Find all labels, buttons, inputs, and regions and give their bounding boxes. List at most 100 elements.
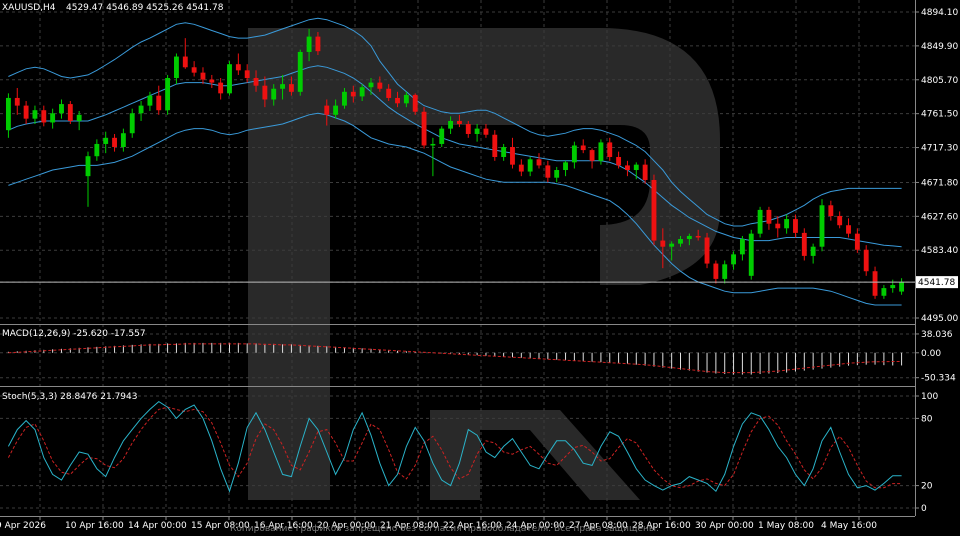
macd-tick-label: -50.334	[921, 374, 956, 384]
candle-body	[395, 97, 400, 104]
candle-body	[598, 142, 604, 161]
candle	[5, 93, 11, 138]
candle-body	[59, 104, 64, 114]
candle-body	[607, 142, 613, 157]
candle	[837, 211, 843, 229]
candle-body	[793, 219, 798, 233]
price-tick-label: 4849.90	[921, 42, 958, 52]
candle-body	[554, 170, 560, 178]
candle	[527, 156, 533, 177]
candle-body	[14, 97, 20, 106]
candle-body	[704, 237, 710, 264]
stoch-tick-label: 80	[921, 414, 933, 424]
time-tick-label: 4 May 16:00	[821, 521, 877, 531]
candle	[828, 200, 834, 221]
price-tick-label: 4583.40	[921, 246, 958, 256]
candle-body	[129, 113, 135, 134]
price-tick-label: 4761.50	[921, 110, 958, 120]
candle-body	[527, 159, 533, 172]
candle-body	[801, 232, 807, 256]
candle-body	[448, 120, 454, 129]
candle	[704, 232, 710, 269]
candle	[890, 279, 896, 293]
candle-body	[23, 105, 29, 119]
candle-body	[412, 94, 418, 112]
candle	[563, 160, 568, 177]
candle	[103, 131, 109, 154]
stoch-tick-label: 100	[921, 392, 938, 402]
candle	[854, 228, 860, 253]
candle	[748, 229, 754, 280]
candle-body	[315, 36, 321, 52]
candle	[713, 260, 719, 284]
macd-signal-line	[8, 343, 902, 374]
candle-body	[244, 70, 250, 79]
candle-body	[563, 162, 568, 171]
candle-body	[456, 120, 462, 125]
time-tick-label: 30 Apr 00:00	[695, 521, 754, 531]
candle	[421, 107, 427, 149]
candle	[731, 251, 736, 270]
candle	[651, 174, 657, 246]
price-tick-label: 4805.70	[921, 76, 958, 86]
candle	[492, 130, 498, 161]
candle-body	[846, 225, 851, 234]
candle	[739, 235, 745, 261]
trading-chart[interactable]: 4894.10 4849.90 4805.70 4761.50 4717.30 4671.…	[0, 0, 960, 536]
candle	[59, 99, 64, 119]
candle	[14, 87, 20, 115]
candle-body	[625, 165, 630, 171]
candle-body	[103, 137, 109, 144]
candle-body	[262, 85, 268, 100]
candle-body	[837, 216, 843, 226]
candle	[545, 160, 551, 183]
candle-body	[492, 134, 498, 157]
candle	[474, 124, 480, 142]
candle-body	[686, 235, 692, 240]
candle-body	[580, 145, 586, 151]
candle-body	[501, 147, 507, 157]
candle-body	[722, 264, 728, 279]
candle	[41, 105, 47, 127]
candle-body	[881, 288, 887, 296]
candle-body	[209, 79, 215, 83]
candle	[510, 137, 515, 169]
candle-body	[94, 143, 100, 157]
candle-body	[67, 104, 73, 121]
candle	[112, 133, 117, 152]
candle	[94, 139, 100, 161]
candle	[571, 141, 577, 169]
candle	[501, 143, 507, 161]
candle-body	[748, 233, 754, 276]
candle	[633, 162, 639, 180]
candle	[899, 278, 905, 295]
candle-body	[775, 223, 781, 229]
candle	[518, 159, 524, 177]
stoch-tick-label: 0	[921, 504, 927, 514]
candle-body	[439, 128, 445, 144]
candle-body	[50, 113, 56, 123]
candle-body	[474, 128, 480, 134]
macd-panel	[7, 342, 903, 375]
candle-body	[678, 239, 683, 244]
time-tick-label: 1 May 08:00	[758, 521, 814, 531]
candle	[722, 260, 728, 284]
candle	[819, 199, 825, 252]
candle	[129, 108, 135, 138]
candle	[138, 101, 144, 121]
candle-body	[191, 67, 197, 73]
candle-body	[235, 64, 241, 71]
candle-body	[545, 165, 551, 178]
candle	[165, 74, 171, 115]
candle-body	[359, 87, 365, 97]
macd-label: MACD(12,26,9) -25.620 -17.557	[2, 329, 146, 339]
candle	[863, 245, 869, 276]
macd-tick-label: 38.036	[921, 330, 953, 340]
candle	[23, 101, 29, 125]
time-tick-label: 14 Apr 00:00	[128, 521, 187, 531]
candle-body	[174, 56, 179, 79]
candle-body	[200, 72, 206, 80]
candle	[297, 49, 303, 96]
candle-body	[85, 156, 91, 177]
candle-body	[810, 246, 816, 256]
